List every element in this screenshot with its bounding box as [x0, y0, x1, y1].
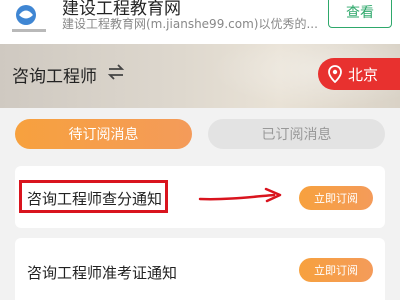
notification-title: 咨询工程师准考证通知 — [27, 264, 178, 282]
tab-bar: 待订阅消息 已订阅消息 — [0, 108, 400, 158]
page-header: 咨询工程师 北京 — [0, 44, 400, 108]
list-item: 咨询工程师准考证通知 立即订阅 — [15, 238, 385, 300]
view-button[interactable]: 查看 — [328, 0, 392, 28]
site-description: 建设工程教育网(m.jianshe99.com)以优秀的... — [62, 17, 318, 31]
subscribe-button[interactable]: 立即订阅 — [299, 186, 373, 210]
location-pin-icon — [328, 65, 342, 83]
city-label: 北京 — [348, 65, 379, 84]
tab-subscribed[interactable]: 已订阅消息 — [208, 119, 385, 149]
app-banner: 建设工程教育网 建设工程教育网(m.jianshe99.com)以优秀的... … — [0, 0, 400, 44]
annotation-arrow-icon — [198, 187, 282, 203]
page-title: 咨询工程师 — [12, 67, 97, 87]
city-selector[interactable]: 北京 — [318, 58, 400, 90]
annotation-highlight-box — [19, 180, 168, 213]
subscribe-button[interactable]: 立即订阅 — [299, 258, 373, 282]
swap-icon[interactable] — [107, 63, 125, 81]
tab-pending[interactable]: 待订阅消息 — [15, 119, 192, 149]
jianshe99-logo-icon — [12, 5, 46, 32]
